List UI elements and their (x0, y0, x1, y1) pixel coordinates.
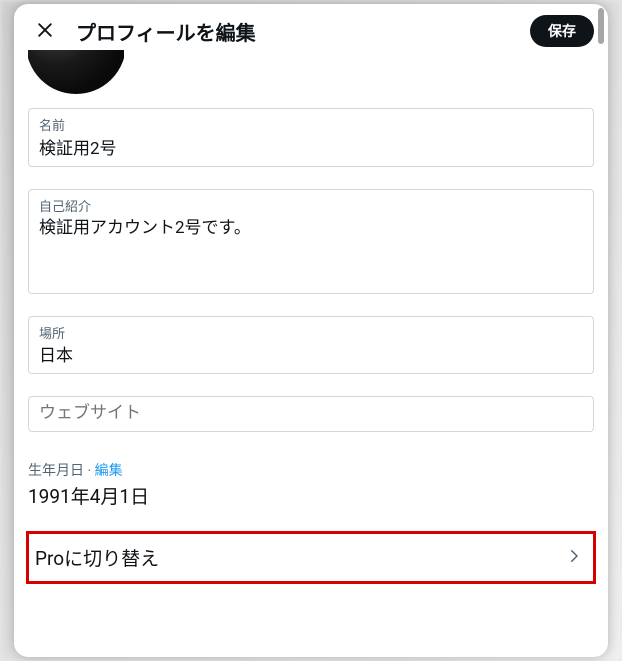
dob-value: 1991年4月1日 (28, 482, 594, 509)
scroll-indicator[interactable] (598, 8, 604, 44)
location-label: 場所 (39, 323, 583, 342)
location-input[interactable] (39, 344, 583, 364)
name-input[interactable] (39, 136, 583, 156)
close-button[interactable] (28, 14, 62, 48)
avatar-section (14, 50, 608, 98)
dob-header: 生年月日 · 編集 (28, 460, 594, 480)
website-input[interactable] (39, 403, 583, 423)
bio-label: 自己紹介 (39, 196, 583, 215)
name-field[interactable]: 名前 (28, 108, 594, 167)
fields-container: 名前 自己紹介 場所 (14, 98, 608, 432)
save-button[interactable]: 保存 (530, 15, 594, 47)
dob-edit-link[interactable]: 編集 (95, 463, 123, 479)
chevron-right-icon (565, 547, 583, 569)
name-label: 名前 (39, 115, 583, 134)
website-field[interactable] (28, 396, 594, 432)
modal-title: プロフィールを編集 (76, 17, 516, 46)
avatar-image (28, 50, 124, 94)
edit-profile-modal: プロフィールを編集 保存 名前 自己紹介 場所 生年月日 · 編集 1991年4… (14, 4, 608, 657)
location-field[interactable]: 場所 (28, 316, 594, 375)
dob-section: 生年月日 · 編集 1991年4月1日 (14, 460, 608, 509)
avatar[interactable] (28, 50, 124, 94)
dob-label: 生年月日 (28, 463, 84, 479)
dob-separator: · (84, 463, 95, 479)
bio-field[interactable]: 自己紹介 (28, 189, 594, 294)
switch-to-pro-row[interactable]: Proに切り替え (26, 531, 596, 584)
close-icon (35, 20, 55, 43)
bio-input[interactable] (39, 217, 583, 281)
pro-label: Proに切り替え (35, 544, 159, 571)
